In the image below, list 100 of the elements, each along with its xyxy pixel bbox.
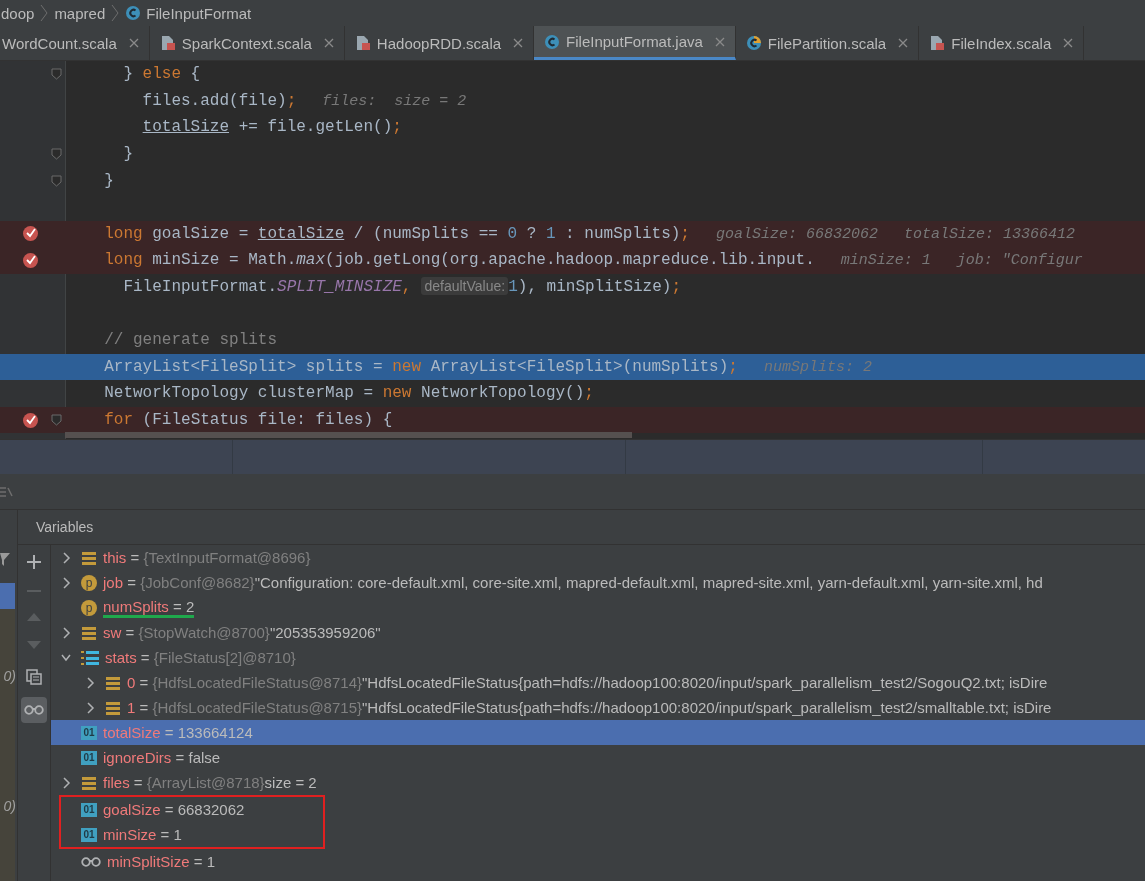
- variable-row[interactable]: 01 goalSize = 66832062: [61, 797, 323, 822]
- list-icon[interactable]: [0, 484, 14, 499]
- code-comment: // generate splits: [103, 331, 278, 350]
- glasses-icon: [81, 856, 101, 867]
- chevron-separator-icon: [111, 4, 120, 22]
- code-text: NetworkTopology(): [420, 384, 585, 403]
- fold-marker-icon[interactable]: [51, 148, 62, 161]
- add-icon[interactable]: [27, 555, 41, 569]
- variable-text: 0 = {HdfsLocatedFileStatus@8714}"HdfsLocatedFileStatus{path=hdfs://hadoop100:8020/input/spark_parallelism_test2/SogouQ2.txt; isDire: [127, 674, 1048, 691]
- breadcrumb-item[interactable]: doop: [1, 4, 35, 22]
- variable-row[interactable]: files = {ArrayList@8718}size = 2: [51, 770, 1145, 795]
- fold-marker-icon[interactable]: [51, 174, 62, 187]
- number-literal: 0: [507, 224, 518, 243]
- keyword: ;: [728, 357, 738, 376]
- variable-row[interactable]: 01 minSize = 1: [61, 822, 323, 847]
- chevron-icon[interactable]: [61, 551, 71, 564]
- keyword: for: [103, 411, 133, 429]
- editor-tab[interactable]: WordCount.scala: [0, 26, 150, 60]
- glasses-icon: [24, 705, 44, 715]
- chevron-icon[interactable]: [85, 701, 95, 714]
- variable-row[interactable]: stats = {FileStatus[2]@8710}: [51, 645, 1145, 670]
- chevron-icon[interactable]: [85, 676, 95, 689]
- variable-text: minSplitSize = 1: [107, 853, 215, 870]
- up-icon[interactable]: [27, 613, 41, 621]
- variable-row[interactable]: sw = {StopWatch@8700}"205353959206": [51, 620, 1145, 645]
- variable-text: totalSize = 133664124: [103, 724, 253, 741]
- editor-tab[interactable]: FilePartition.scala: [735, 26, 920, 60]
- variable-text: goalSize = 66832062: [103, 801, 245, 818]
- frame-text: 0): [3, 798, 16, 814]
- keyword: new: [382, 384, 412, 403]
- close-icon[interactable]: [714, 36, 725, 47]
- chevron-icon[interactable]: [61, 776, 71, 789]
- editor-tab[interactable]: FileInputFormat.java: [534, 26, 736, 60]
- field-icon: [81, 774, 97, 791]
- fold-marker-icon[interactable]: [51, 68, 62, 81]
- variable-row[interactable]: this = {TextInputFormat@8696}: [51, 545, 1145, 570]
- field-reference: totalSize: [257, 224, 345, 243]
- copy-icon[interactable]: [26, 669, 42, 685]
- code-text: ?: [525, 224, 538, 243]
- watches-toggle[interactable]: [21, 697, 47, 723]
- variable-row[interactable]: p job = {JobConf@8682}"Configuration: core-default.xml, core-site.xml, mapred-default.xml, mapred-site.xml, yarn-default.xml, yarn-site.xml, hd: [51, 570, 1145, 595]
- parameter-icon: p: [81, 574, 97, 591]
- code-text: goalSize =: [151, 224, 250, 243]
- number-literal: 1: [545, 224, 556, 243]
- breadcrumb-item[interactable]: mapred: [54, 4, 106, 22]
- variable-row[interactable]: 01 totalSize = 133664124: [51, 720, 1145, 745]
- variable-text: sw = {StopWatch@8700}"205353959206": [103, 624, 381, 641]
- close-icon[interactable]: [513, 38, 524, 48]
- panel-title: Variables: [36, 519, 94, 535]
- breakpoint-icon[interactable]: [22, 411, 39, 429]
- code-text: }: [122, 65, 134, 84]
- primitive-icon: 01: [81, 725, 97, 740]
- code-text: FileInputFormat.: [122, 278, 278, 297]
- close-icon[interactable]: [323, 38, 334, 48]
- close-icon[interactable]: [898, 38, 909, 48]
- code-text: / (numSplits ==: [352, 224, 499, 243]
- keyword: ;: [671, 278, 681, 297]
- variable-row[interactable]: 0 = {HdfsLocatedFileStatus@8714}"HdfsLocatedFileStatus{path=hdfs://hadoop100:8020/input/spark_parallelism_test2/SogouQ2.txt; isDire: [51, 670, 1145, 695]
- file-icon: [354, 35, 371, 51]
- variable-text: stats = {FileStatus[2]@8710}: [105, 649, 296, 666]
- variable-row[interactable]: 01 ignoreDirs = false: [51, 745, 1145, 770]
- file-icon: [929, 35, 946, 51]
- variable-row[interactable]: 1 = {HdfsLocatedFileStatus@8715}"HdfsLocatedFileStatus{path=hdfs://hadoop100:8020/input/spark_parallelism_test2/smalltable.txt; isDire: [51, 695, 1145, 720]
- editor-tab[interactable]: FileIndex.scala: [919, 26, 1085, 60]
- underlined-variable: numSplits = 2: [103, 597, 195, 618]
- class-icon: [125, 5, 142, 21]
- variable-row[interactable]: p numSplits = 2: [51, 595, 1145, 620]
- inline-value-hint: totalSize: 13366412: [904, 225, 1075, 243]
- code-text: {: [189, 65, 201, 84]
- keyword: else: [142, 65, 181, 84]
- down-icon[interactable]: [27, 641, 41, 649]
- filter-icon[interactable]: [0, 552, 10, 566]
- fold-marker-icon[interactable]: [51, 414, 62, 426]
- close-icon[interactable]: [1063, 38, 1074, 48]
- chevron-icon[interactable]: [61, 626, 71, 639]
- file-icon: [159, 35, 176, 51]
- variable-text: 1 = {HdfsLocatedFileStatus@8715}"HdfsLocatedFileStatus{path=hdfs://hadoop100:8020/input/spark_parallelism_test2/smalltable.txt; isDire: [127, 699, 1052, 716]
- field-icon: [105, 699, 121, 716]
- variable-text: job = {JobConf@8682}"Configuration: core-default.xml, core-site.xml, mapred-default.xml, mapred-site.xml, yarn-default.xml, yarn-site.xml, hd: [103, 574, 1043, 591]
- variable-row[interactable]: minSplitSize = 1: [51, 849, 1145, 874]
- code-text: ArrayList<FileSplit> splits =: [103, 357, 384, 376]
- close-icon[interactable]: [128, 38, 139, 48]
- code-text: += file.getLen(): [237, 118, 393, 137]
- code-text: : numSplits): [564, 224, 681, 243]
- scrollbar-thumb[interactable]: [65, 432, 632, 438]
- number-literal: 1: [508, 278, 518, 297]
- inline-value-hint: goalSize: 66832062: [715, 225, 878, 243]
- chevron-separator-icon: [40, 4, 49, 22]
- breakpoint-icon[interactable]: [22, 225, 39, 243]
- primitive-icon: 01: [81, 750, 97, 765]
- primitive-icon: 01: [81, 827, 97, 842]
- frame-text: 0): [3, 668, 16, 684]
- variable-text: this = {TextInputFormat@8696}: [103, 549, 311, 566]
- inline-value-hint: numSplits: 2: [763, 358, 872, 376]
- chevron-icon[interactable]: [61, 576, 71, 589]
- field-reference: totalSize: [141, 118, 230, 137]
- field-icon: [81, 549, 97, 566]
- breadcrumb-item[interactable]: FileInputFormat: [125, 4, 252, 22]
- editor-tab[interactable]: SparkContext.scala: [149, 26, 345, 60]
- breakpoint-icon[interactable]: [22, 251, 39, 269]
